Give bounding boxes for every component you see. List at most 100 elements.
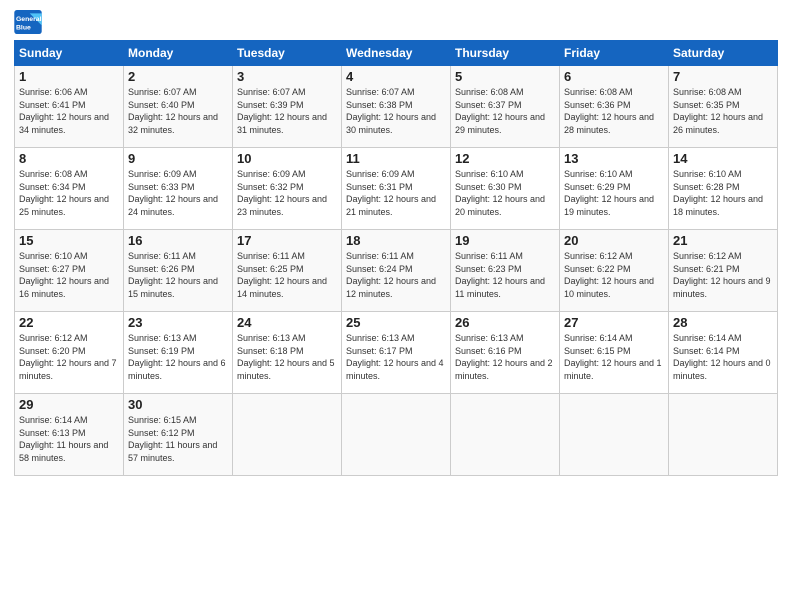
calendar-week-row: 1 Sunrise: 6:06 AMSunset: 6:41 PMDaylight… (15, 66, 778, 148)
day-number: 23 (128, 315, 228, 330)
day-number: 1 (19, 69, 119, 84)
day-number: 8 (19, 151, 119, 166)
day-detail: Sunrise: 6:08 AMSunset: 6:36 PMDaylight:… (564, 86, 664, 136)
page: General Blue SundayMondayTuesdayWednesda… (0, 0, 792, 612)
calendar-cell: 15 Sunrise: 6:10 AMSunset: 6:27 PMDayligh… (15, 230, 124, 312)
day-number: 11 (346, 151, 446, 166)
day-detail: Sunrise: 6:07 AMSunset: 6:39 PMDaylight:… (237, 86, 337, 136)
calendar-week-row: 29 Sunrise: 6:14 AMSunset: 6:13 PMDayligh… (15, 394, 778, 476)
calendar-cell: 28 Sunrise: 6:14 AMSunset: 6:14 PMDayligh… (669, 312, 778, 394)
calendar-cell: 30 Sunrise: 6:15 AMSunset: 6:12 PMDayligh… (124, 394, 233, 476)
day-number: 17 (237, 233, 337, 248)
day-detail: Sunrise: 6:15 AMSunset: 6:12 PMDaylight:… (128, 414, 228, 464)
calendar-cell: 21 Sunrise: 6:12 AMSunset: 6:21 PMDayligh… (669, 230, 778, 312)
day-number: 25 (346, 315, 446, 330)
calendar-cell (233, 394, 342, 476)
weekday-header: Tuesday (233, 41, 342, 66)
day-number: 7 (673, 69, 773, 84)
weekday-header: Sunday (15, 41, 124, 66)
day-number: 13 (564, 151, 664, 166)
day-number: 21 (673, 233, 773, 248)
day-number: 14 (673, 151, 773, 166)
calendar-cell: 19 Sunrise: 6:11 AMSunset: 6:23 PMDayligh… (451, 230, 560, 312)
day-detail: Sunrise: 6:06 AMSunset: 6:41 PMDaylight:… (19, 86, 119, 136)
day-number: 30 (128, 397, 228, 412)
day-number: 2 (128, 69, 228, 84)
day-detail: Sunrise: 6:12 AMSunset: 6:21 PMDaylight:… (673, 250, 773, 300)
day-detail: Sunrise: 6:08 AMSunset: 6:37 PMDaylight:… (455, 86, 555, 136)
day-number: 24 (237, 315, 337, 330)
calendar-cell: 4 Sunrise: 6:07 AMSunset: 6:38 PMDaylight… (342, 66, 451, 148)
weekday-header: Wednesday (342, 41, 451, 66)
day-detail: Sunrise: 6:11 AMSunset: 6:26 PMDaylight:… (128, 250, 228, 300)
calendar-cell: 27 Sunrise: 6:14 AMSunset: 6:15 PMDayligh… (560, 312, 669, 394)
day-detail: Sunrise: 6:11 AMSunset: 6:24 PMDaylight:… (346, 250, 446, 300)
day-detail: Sunrise: 6:07 AMSunset: 6:40 PMDaylight:… (128, 86, 228, 136)
day-number: 3 (237, 69, 337, 84)
day-number: 19 (455, 233, 555, 248)
day-detail: Sunrise: 6:10 AMSunset: 6:27 PMDaylight:… (19, 250, 119, 300)
calendar-cell: 1 Sunrise: 6:06 AMSunset: 6:41 PMDaylight… (15, 66, 124, 148)
svg-text:Blue: Blue (16, 25, 31, 32)
day-detail: Sunrise: 6:10 AMSunset: 6:28 PMDaylight:… (673, 168, 773, 218)
calendar-cell: 17 Sunrise: 6:11 AMSunset: 6:25 PMDayligh… (233, 230, 342, 312)
weekday-header: Thursday (451, 41, 560, 66)
day-detail: Sunrise: 6:13 AMSunset: 6:16 PMDaylight:… (455, 332, 555, 382)
calendar-cell: 3 Sunrise: 6:07 AMSunset: 6:39 PMDaylight… (233, 66, 342, 148)
day-number: 16 (128, 233, 228, 248)
calendar-cell (342, 394, 451, 476)
day-detail: Sunrise: 6:09 AMSunset: 6:33 PMDaylight:… (128, 168, 228, 218)
calendar-cell: 6Sunrise: 6:08 AMSunset: 6:36 PMDaylight… (560, 66, 669, 148)
weekday-header: Monday (124, 41, 233, 66)
calendar-week-row: 15 Sunrise: 6:10 AMSunset: 6:27 PMDayligh… (15, 230, 778, 312)
calendar-cell: 29 Sunrise: 6:14 AMSunset: 6:13 PMDayligh… (15, 394, 124, 476)
day-detail: Sunrise: 6:14 AMSunset: 6:15 PMDaylight:… (564, 332, 664, 382)
day-detail: Sunrise: 6:11 AMSunset: 6:25 PMDaylight:… (237, 250, 337, 300)
logo: General Blue (14, 10, 42, 34)
day-number: 4 (346, 69, 446, 84)
calendar-cell: 25 Sunrise: 6:13 AMSunset: 6:17 PMDayligh… (342, 312, 451, 394)
calendar-table: SundayMondayTuesdayWednesdayThursdayFrid… (14, 40, 778, 476)
day-detail: Sunrise: 6:09 AMSunset: 6:32 PMDaylight:… (237, 168, 337, 218)
day-detail: Sunrise: 6:12 AMSunset: 6:22 PMDaylight:… (564, 250, 664, 300)
header: General Blue (14, 10, 778, 34)
calendar-cell: 2 Sunrise: 6:07 AMSunset: 6:40 PMDaylight… (124, 66, 233, 148)
day-number: 27 (564, 315, 664, 330)
day-number: 5 (455, 69, 555, 84)
day-detail: Sunrise: 6:08 AMSunset: 6:35 PMDaylight:… (673, 86, 773, 136)
day-detail: Sunrise: 6:12 AMSunset: 6:20 PMDaylight:… (19, 332, 119, 382)
day-number: 15 (19, 233, 119, 248)
day-detail: Sunrise: 6:13 AMSunset: 6:18 PMDaylight:… (237, 332, 337, 382)
day-detail: Sunrise: 6:13 AMSunset: 6:17 PMDaylight:… (346, 332, 446, 382)
calendar-cell: 12Sunrise: 6:10 AMSunset: 6:30 PMDayligh… (451, 148, 560, 230)
calendar-week-row: 22 Sunrise: 6:12 AMSunset: 6:20 PMDayligh… (15, 312, 778, 394)
day-detail: Sunrise: 6:09 AMSunset: 6:31 PMDaylight:… (346, 168, 446, 218)
day-detail: Sunrise: 6:07 AMSunset: 6:38 PMDaylight:… (346, 86, 446, 136)
calendar-cell: 5 Sunrise: 6:08 AMSunset: 6:37 PMDaylight… (451, 66, 560, 148)
calendar-cell: 9 Sunrise: 6:09 AMSunset: 6:33 PMDaylight… (124, 148, 233, 230)
calendar-cell: 26 Sunrise: 6:13 AMSunset: 6:16 PMDayligh… (451, 312, 560, 394)
calendar-cell (560, 394, 669, 476)
calendar-cell (451, 394, 560, 476)
day-number: 28 (673, 315, 773, 330)
calendar-cell: 22 Sunrise: 6:12 AMSunset: 6:20 PMDayligh… (15, 312, 124, 394)
day-number: 18 (346, 233, 446, 248)
day-detail: Sunrise: 6:11 AMSunset: 6:23 PMDaylight:… (455, 250, 555, 300)
day-number: 26 (455, 315, 555, 330)
day-number: 29 (19, 397, 119, 412)
calendar-header-row: SundayMondayTuesdayWednesdayThursdayFrid… (15, 41, 778, 66)
calendar-cell: 18 Sunrise: 6:11 AMSunset: 6:24 PMDayligh… (342, 230, 451, 312)
day-detail: Sunrise: 6:14 AMSunset: 6:14 PMDaylight:… (673, 332, 773, 382)
weekday-header: Friday (560, 41, 669, 66)
calendar-cell: 11 Sunrise: 6:09 AMSunset: 6:31 PMDayligh… (342, 148, 451, 230)
day-number: 22 (19, 315, 119, 330)
calendar-cell: 14 Sunrise: 6:10 AMSunset: 6:28 PMDayligh… (669, 148, 778, 230)
calendar-cell: 13Sunrise: 6:10 AMSunset: 6:29 PMDayligh… (560, 148, 669, 230)
svg-text:General: General (16, 16, 42, 23)
day-detail: Sunrise: 6:14 AMSunset: 6:13 PMDaylight:… (19, 414, 119, 464)
logo-icon: General Blue (14, 10, 42, 34)
day-detail: Sunrise: 6:08 AMSunset: 6:34 PMDaylight:… (19, 168, 119, 218)
day-number: 10 (237, 151, 337, 166)
calendar-cell: 7 Sunrise: 6:08 AMSunset: 6:35 PMDaylight… (669, 66, 778, 148)
day-number: 9 (128, 151, 228, 166)
